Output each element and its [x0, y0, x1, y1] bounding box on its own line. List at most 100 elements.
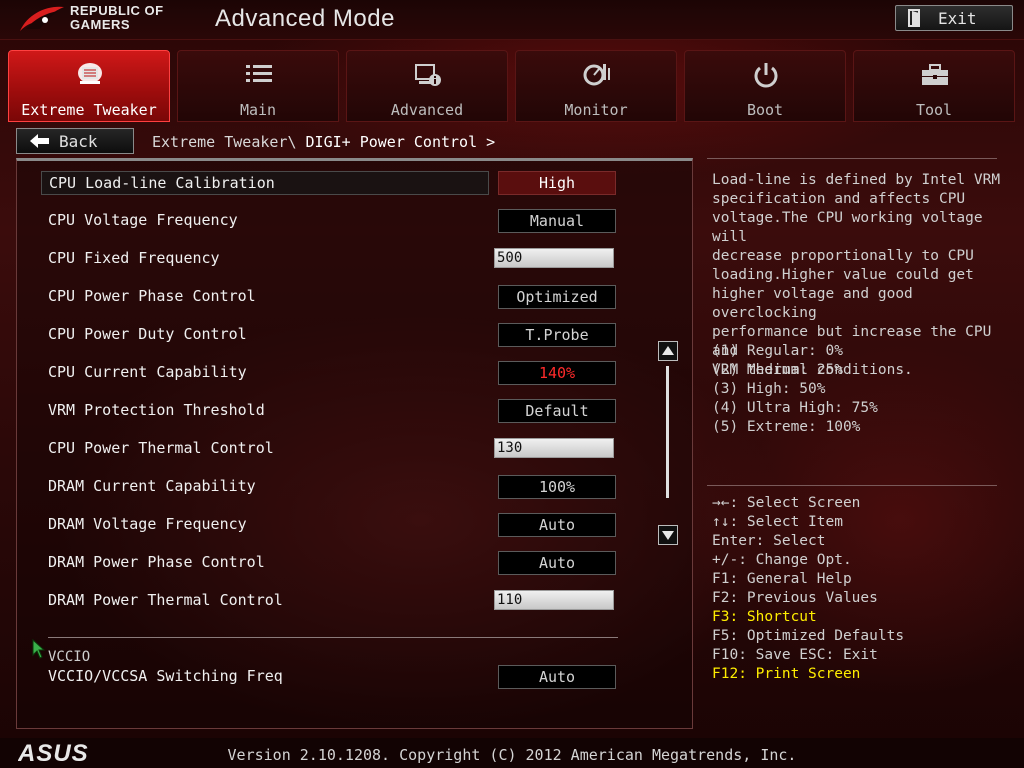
setting-row-cpu-voltage-frequency[interactable]: CPU Voltage Frequency Manual: [41, 209, 616, 233]
back-button-label: Back: [59, 132, 98, 151]
list-icon: [246, 65, 272, 82]
setting-row-cpu-current-capability[interactable]: CPU Current Capability 140%: [41, 361, 616, 385]
breadcrumb-parent[interactable]: Extreme Tweaker\: [152, 133, 297, 151]
setting-value-select[interactable]: Auto: [498, 513, 616, 537]
setting-row-dram-voltage-frequency[interactable]: DRAM Voltage Frequency Auto: [41, 513, 616, 537]
setting-value-select[interactable]: Auto: [498, 551, 616, 575]
monitor-gauge-icon: [583, 64, 610, 86]
setting-label: VRM Protection Threshold: [48, 401, 265, 419]
back-button[interactable]: Back: [16, 128, 134, 154]
help-line: loading.Higher value could get: [712, 267, 974, 283]
key-hint: F1: General Help: [712, 571, 852, 587]
brand-logo-text: REPUBLIC OF GAMERS: [70, 4, 164, 32]
brand-line-1: REPUBLIC OF: [70, 3, 164, 18]
setting-value-select[interactable]: 100%: [498, 475, 616, 499]
key-legend: →←: Select Screen ↑↓: Select Item Enter:…: [712, 494, 904, 684]
key-hint: ↑↓: Select Item: [712, 514, 843, 530]
tab-label: Extreme Tweaker: [21, 101, 157, 119]
setting-row-cpu-power-phase-control[interactable]: CPU Power Phase Control Optimized: [41, 285, 616, 309]
breadcrumb: Extreme Tweaker\ DIGI+ Power Control >: [152, 133, 495, 151]
tab-tool[interactable]: Tool: [853, 50, 1015, 122]
setting-label: CPU Power Thermal Control: [48, 439, 274, 457]
mouse-cursor-icon: [32, 639, 46, 659]
setting-value-select[interactable]: Default: [498, 399, 616, 423]
setting-value-input[interactable]: 130: [494, 438, 614, 458]
help-line: decrease proportionally to CPU: [712, 248, 974, 264]
setting-label: CPU Power Phase Control: [48, 287, 256, 305]
tab-label: Tool: [915, 101, 953, 119]
help-line: higher voltage and good overclocking: [712, 286, 913, 321]
top-bar: REPUBLIC OF GAMERS Advanced Mode Exit: [0, 0, 1024, 40]
setting-label: DRAM Voltage Frequency: [48, 515, 247, 533]
key-hint: F5: Optimized Defaults: [712, 628, 905, 644]
section-divider: [48, 637, 618, 638]
tab-label: Monitor: [564, 101, 628, 119]
key-hint: →←: Select Screen: [712, 495, 861, 511]
extreme-tweaker-icon: [78, 63, 102, 84]
setting-label: CPU Current Capability: [48, 363, 247, 381]
setting-row-dram-current-capability[interactable]: DRAM Current Capability 100%: [41, 475, 616, 499]
setting-value-select[interactable]: Auto: [498, 665, 616, 689]
toolbox-icon: [922, 64, 948, 85]
level-item: (2) Medium: 25%: [712, 362, 843, 378]
exit-button[interactable]: Exit: [895, 5, 1013, 31]
key-hint: F2: Previous Values: [712, 590, 878, 606]
page-title: Advanced Mode: [215, 5, 395, 32]
setting-row-dram-power-thermal-control[interactable]: DRAM Power Thermal Control 110: [41, 589, 616, 613]
setting-value-input[interactable]: 500: [494, 248, 614, 268]
setting-row-cpu-load-line-calibration[interactable]: CPU Load-line Calibration High: [41, 171, 616, 195]
tab-label: Main: [239, 101, 277, 119]
setting-value-select[interactable]: 140%: [498, 361, 616, 385]
setting-row-cpu-power-thermal-control[interactable]: CPU Power Thermal Control 130: [41, 437, 616, 461]
rog-eye-logo: [20, 6, 64, 31]
settings-panel: CPU Load-line Calibration High CPU Volta…: [16, 158, 693, 729]
scroll-down-button[interactable]: [658, 525, 678, 545]
setting-row-cpu-fixed-frequency[interactable]: CPU Fixed Frequency 500: [41, 247, 616, 271]
setting-label: CPU Load-line Calibration: [41, 171, 489, 195]
setting-row-vrm-protection-threshold[interactable]: VRM Protection Threshold Default: [41, 399, 616, 423]
key-hint: Enter: Select: [712, 533, 826, 549]
tab-bar: Extreme Tweaker Main Advanced Monitor Bo…: [8, 50, 1016, 122]
tab-label: Boot: [746, 101, 784, 119]
setting-label: CPU Power Duty Control: [48, 325, 247, 343]
help-divider-bottom: [707, 485, 997, 486]
scrollbar-track[interactable]: [666, 366, 669, 498]
setting-row-vccio-vccsa-switching-freq[interactable]: VCCIO/VCCSA Switching Freq Auto: [41, 665, 616, 689]
tab-monitor[interactable]: Monitor: [515, 50, 677, 122]
level-item: (3) High: 50%: [712, 381, 826, 397]
key-hint: F10: Save ESC: Exit: [712, 647, 878, 663]
tab-boot[interactable]: Boot: [684, 50, 846, 122]
setting-label: CPU Fixed Frequency: [48, 249, 220, 267]
section-title-vccio: VCCIO: [48, 649, 91, 665]
tab-label: Advanced: [390, 101, 464, 119]
setting-label: DRAM Current Capability: [48, 477, 256, 495]
tab-extreme-tweaker[interactable]: Extreme Tweaker: [8, 50, 170, 122]
level-item: (4) Ultra High: 75%: [712, 400, 878, 416]
key-hint-shortcut[interactable]: F3: Shortcut: [712, 608, 904, 627]
setting-row-dram-power-phase-control[interactable]: DRAM Power Phase Control Auto: [41, 551, 616, 575]
exit-button-label: Exit: [938, 9, 977, 28]
level-item: (1) Regular: 0%: [712, 343, 843, 359]
tab-advanced[interactable]: Advanced: [346, 50, 508, 122]
copyright-text: Version 2.10.1208. Copyright (C) 2012 Am…: [227, 746, 797, 764]
key-hint-print-screen[interactable]: F12: Print Screen: [712, 665, 904, 684]
setting-value-select[interactable]: Manual: [498, 209, 616, 233]
help-line: specification and affects CPU: [712, 191, 966, 207]
setting-value-select[interactable]: T.Probe: [498, 323, 616, 347]
setting-value-input[interactable]: 110: [494, 590, 614, 610]
setting-label: CPU Voltage Frequency: [48, 211, 238, 229]
power-icon: [754, 63, 778, 88]
help-levels-list: (1) Regular: 0% (2) Medium: 25% (3) High…: [712, 342, 878, 437]
back-arrow-icon: [30, 134, 49, 148]
tab-main[interactable]: Main: [177, 50, 339, 122]
setting-row-cpu-power-duty-control[interactable]: CPU Power Duty Control T.Probe: [41, 323, 616, 347]
scroll-up-button[interactable]: [658, 341, 678, 361]
help-line: voltage.The CPU working voltage will: [712, 210, 983, 245]
setting-label: DRAM Power Phase Control: [48, 553, 265, 571]
setting-value-select[interactable]: High: [498, 171, 616, 195]
help-divider-top: [707, 158, 997, 159]
level-item: (5) Extreme: 100%: [712, 419, 861, 435]
key-hint: +/-: Change Opt.: [712, 552, 852, 568]
exit-door-icon: [908, 9, 920, 27]
setting-value-select[interactable]: Optimized: [498, 285, 616, 309]
